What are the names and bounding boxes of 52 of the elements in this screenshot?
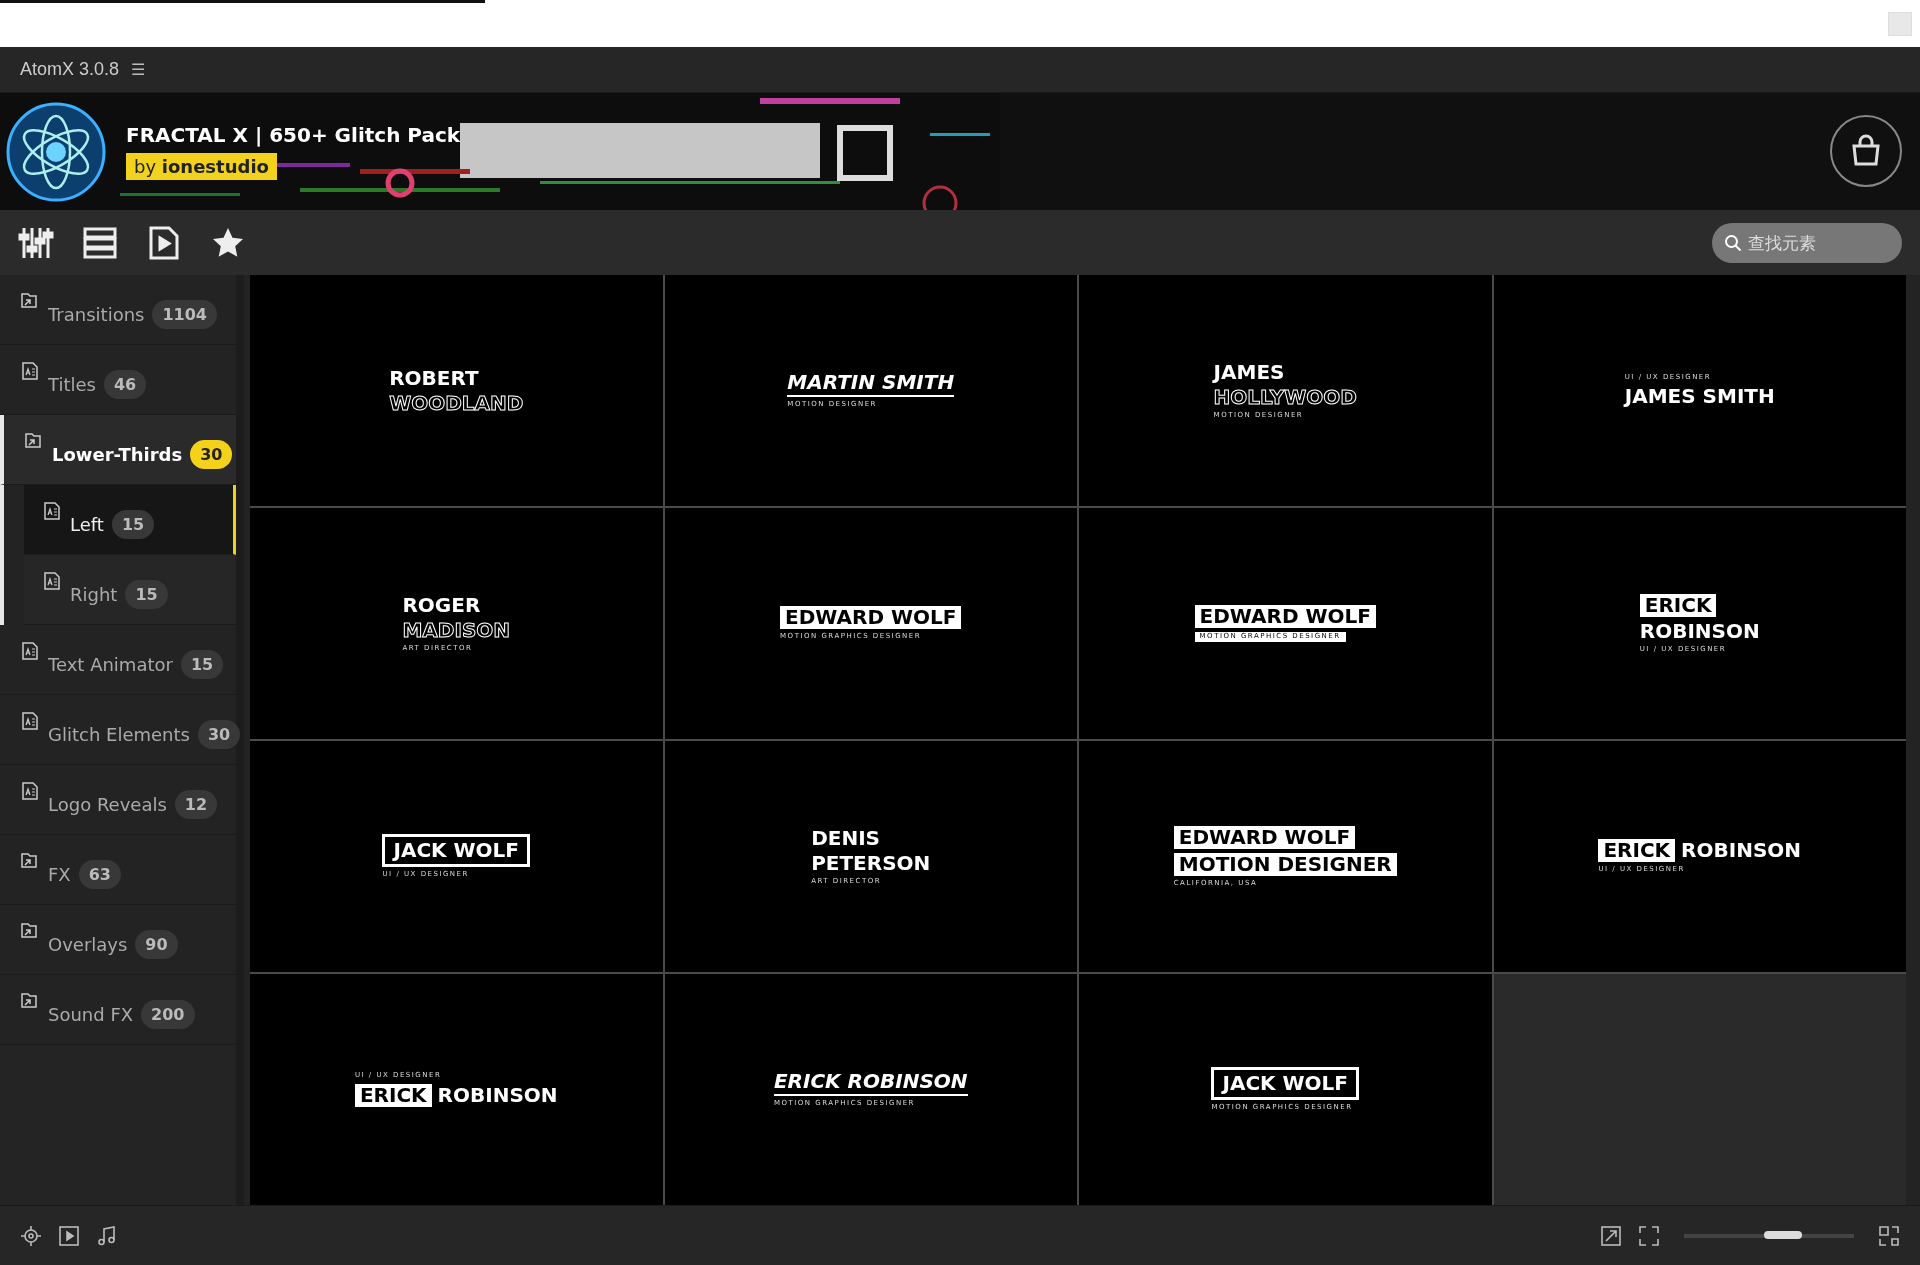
tile-text: WOODLAND [389, 392, 524, 414]
file-icon [20, 781, 40, 801]
tile-text: MARTIN SMITH [787, 372, 955, 398]
sidebar-subitem[interactable]: Left 15 [24, 485, 236, 555]
file-icon [20, 361, 40, 381]
tile-text: MOTION DESIGNER [1173, 852, 1397, 876]
tile-text: ROBINSON [1639, 620, 1760, 642]
tile-text: ROBINSON [437, 1084, 558, 1106]
tile-text: ROBERT [389, 367, 479, 389]
tile-text: HOLLYWOOD [1213, 386, 1357, 408]
tile-text: MADISON [402, 619, 511, 641]
folder-icon [20, 921, 40, 941]
atom-logo-icon [6, 101, 106, 202]
tile-text: ERICK ROBINSON [773, 1071, 968, 1097]
file-icon [42, 571, 62, 591]
folder-icon [20, 991, 40, 1011]
sidebar-item[interactable]: Lower-Thirds 30 [0, 415, 236, 485]
tile-text: ERICK [354, 1083, 432, 1107]
tile-text: ERICK [1639, 593, 1717, 617]
folder-icon [20, 851, 40, 871]
file-icon [20, 641, 40, 661]
tile-text: ROBINSON [1681, 840, 1802, 862]
tile-text: ROGER [402, 594, 481, 616]
file-icon [20, 711, 40, 731]
menu-button[interactable]: ☰ [131, 60, 146, 79]
tile-text: ERICK [1598, 839, 1676, 863]
grid-icon[interactable] [1878, 1225, 1900, 1247]
author-label[interactable]: by ionestudio [126, 153, 277, 180]
preview-tile[interactable]: ROBERT WOODLAND [250, 275, 663, 506]
file-icon [42, 501, 62, 521]
shopping-bag-button[interactable] [1830, 115, 1902, 187]
tile-text: EDWARD WOLF [1194, 605, 1376, 629]
tile-text: EDWARD WOLF [780, 606, 962, 630]
zoom-slider[interactable] [1763, 1231, 1802, 1239]
folder-icon [24, 431, 44, 451]
target-icon[interactable] [20, 1225, 42, 1247]
folder-icon [20, 291, 40, 311]
tile-text: JAMES SMITH [1624, 385, 1775, 407]
fullscreen-icon[interactable] [1638, 1225, 1660, 1247]
tile-text: EDWARD WOLF [1173, 825, 1356, 849]
pack-title: FRACTAL X | 650+ Glitch Pack [126, 123, 461, 147]
tile-text: JACK WOLF [1211, 1067, 1359, 1101]
play-icon[interactable] [58, 1225, 80, 1247]
music-note-icon[interactable] [96, 1225, 118, 1247]
tile-text: DENIS [811, 827, 880, 849]
expand-icon[interactable] [1600, 1225, 1622, 1247]
app-title: AtomX 3.0.8 [20, 59, 120, 80]
tile-text: JACK WOLF [382, 834, 530, 868]
tile-text: JAMES [1213, 361, 1285, 383]
search-icon [1724, 233, 1742, 252]
tile-text: PETERSON [811, 852, 931, 874]
search-field[interactable]: 查找元素 [1712, 222, 1902, 263]
